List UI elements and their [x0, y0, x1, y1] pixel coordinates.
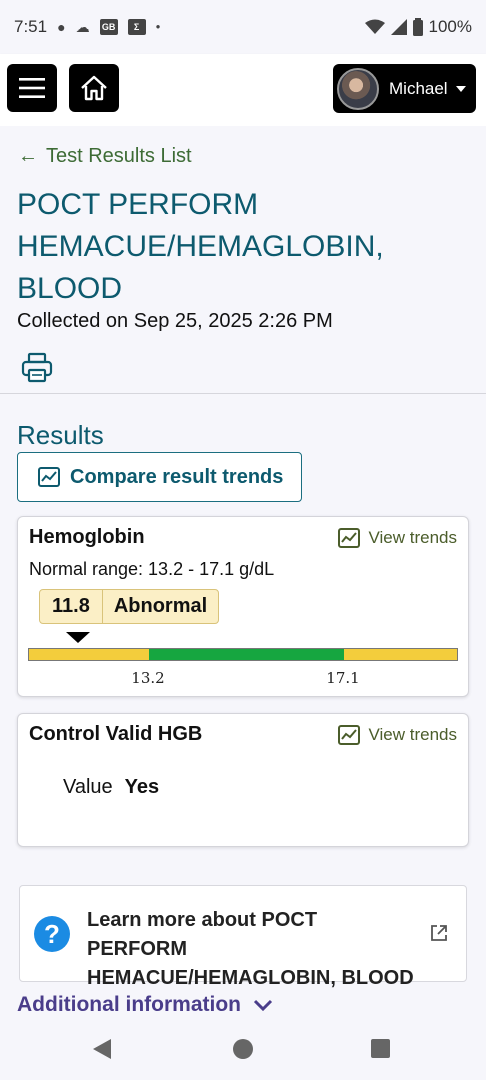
abnormal-flag-badge: 11.8 Abnormal [39, 589, 220, 624]
result-name: Hemoglobin [29, 526, 145, 548]
page-title: POCT PERFORM HEMACUE/HEMAGLOBIN, BLOOD [17, 188, 384, 305]
value-label: Value [63, 776, 113, 798]
view-trends-link[interactable]: View trends [338, 528, 457, 548]
result-value: 11.8 [40, 590, 103, 623]
home-button[interactable] [69, 64, 119, 112]
home-icon [81, 75, 107, 101]
app-header: Michael [0, 54, 486, 126]
additional-information-toggle[interactable]: Additional information [17, 993, 273, 1017]
view-trends-link[interactable]: View trends [338, 725, 457, 745]
result-flag: Abnormal [113, 595, 208, 617]
range-tick-low: 13.2 [131, 669, 165, 687]
view-trends-label: View trends [368, 528, 457, 547]
normal-range: Normal range: 13.2 - 17.1 g/dL [29, 559, 275, 579]
result-value: Yes [124, 776, 160, 798]
question-icon: ? [34, 916, 70, 952]
chat-bubble-icon: ● [57, 19, 66, 35]
chevron-down-icon [253, 999, 273, 1011]
results-section: Results Compare result trends Hemoglobin… [0, 395, 486, 1025]
range-segment-high [344, 649, 457, 660]
gb-icon: GB [99, 19, 118, 35]
hamburger-icon [19, 78, 45, 98]
status-right: 100% [364, 17, 472, 37]
results-heading: Results [17, 420, 104, 450]
caret-down-icon [456, 85, 466, 92]
range-bar [28, 648, 458, 661]
compare-button-label: Compare result trends [70, 465, 284, 488]
learn-more-link[interactable]: ? Learn more about POCT PERFORM HEMACUE/… [19, 885, 467, 989]
result-name: Control Valid HGB [29, 723, 203, 745]
avatar [337, 67, 379, 110]
system-nav-bar [0, 1025, 486, 1080]
signal-icon [390, 19, 407, 35]
print-button[interactable] [20, 351, 54, 385]
external-link-icon [431, 925, 447, 941]
nav-home-icon[interactable] [233, 1039, 253, 1059]
cloud-icon: ☁ [75, 19, 90, 35]
trend-chart-icon [38, 467, 60, 487]
view-trends-label: View trends [368, 725, 457, 744]
range-segment-low [29, 649, 149, 660]
wifi-icon [364, 19, 385, 34]
result-header: ← Test Results List POCT PERFORM HEMACUE… [0, 126, 486, 394]
trend-chart-icon [338, 528, 361, 548]
back-link-label: Test Results List [46, 145, 192, 167]
status-left: 7:51 ● ☁ GB Σ ● [14, 17, 160, 37]
menu-button[interactable] [7, 64, 57, 112]
range-segment-normal [149, 649, 344, 660]
dot-icon: ● [155, 22, 161, 31]
collected-date: Collected on Sep 25, 2025 2:26 PM [17, 310, 333, 332]
battery-icon [412, 18, 423, 36]
user-menu-button[interactable]: Michael [333, 64, 476, 113]
trend-chart-icon [338, 725, 361, 745]
status-time: 7:51 [14, 17, 48, 36]
compare-result-trends-button[interactable]: Compare result trends [17, 452, 302, 502]
nav-back-icon[interactable] [93, 1039, 111, 1059]
nav-recents-icon[interactable] [371, 1039, 390, 1058]
user-name: Michael [389, 78, 448, 98]
additional-information-label: Additional information [17, 993, 241, 1016]
range-tick-high: 17.1 [326, 669, 360, 687]
result-card-control-valid-hgb: Control Valid HGB View trends Value Yes [17, 713, 469, 847]
learn-more-text: Learn more about POCT PERFORM HEMACUE/HE… [87, 909, 414, 989]
battery-percent: 100% [428, 17, 472, 36]
value-row: Value Yes [63, 776, 159, 799]
printer-icon [21, 352, 53, 383]
sigma-icon: Σ [127, 19, 146, 35]
arrow-left-icon: ← [18, 145, 38, 167]
result-card-hemoglobin: Hemoglobin View trends Normal range: 13.… [17, 516, 469, 697]
status-bar: 7:51 ● ☁ GB Σ ● 100% [0, 0, 486, 54]
value-pointer-icon [66, 632, 90, 643]
back-to-results-link[interactable]: ← Test Results List [18, 145, 192, 168]
